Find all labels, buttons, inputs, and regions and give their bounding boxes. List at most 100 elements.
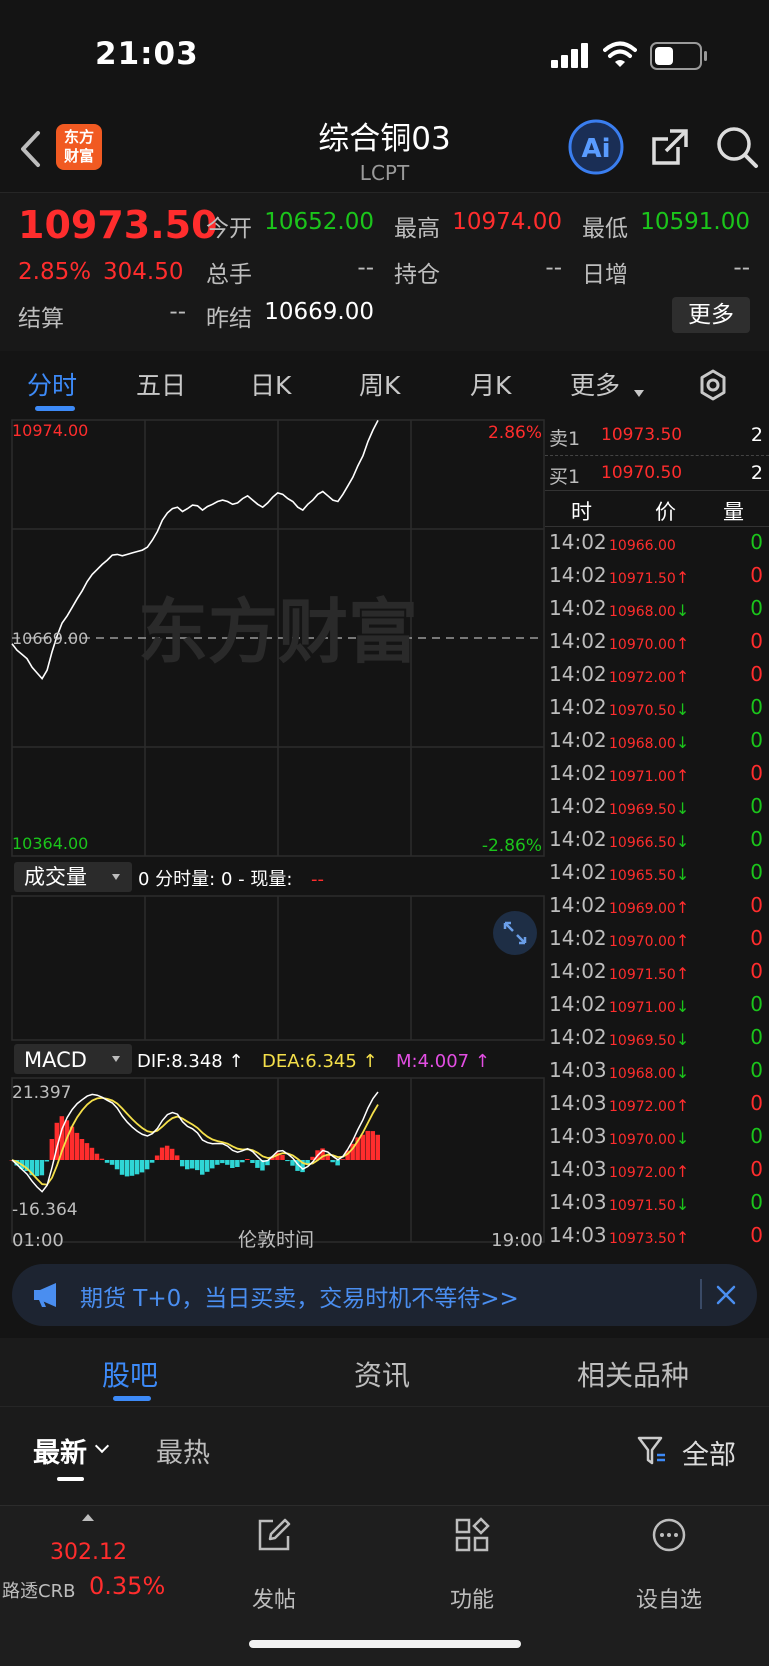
intraday-chart[interactable]: 东方财富 10974.00 10669.00 10364.00 2.86% -2…	[0, 418, 545, 1254]
high-value: 10974.00	[452, 209, 562, 235]
tick-time: 14:02	[549, 1025, 607, 1049]
settlement-value: --	[169, 299, 186, 325]
sell-price: 10973.50	[601, 425, 683, 445]
index-value[interactable]: 302.12	[50, 1540, 127, 1565]
settlement-label: 结算	[18, 306, 64, 332]
filter-icon[interactable]	[637, 1435, 667, 1467]
tick-row: 14:02 10969.00↑ 0	[545, 890, 769, 923]
tick-price: 10966.00	[609, 538, 676, 554]
tick-price: 10968.00↓	[609, 601, 690, 620]
tick-volume: 0	[750, 1157, 763, 1181]
macd-bar	[119, 1160, 125, 1175]
macd-bar	[375, 1134, 380, 1160]
post-button[interactable]: 发帖	[214, 1582, 334, 1614]
macd-axis-bottom: -16.364	[12, 1200, 78, 1220]
search-icon[interactable]	[714, 124, 760, 170]
compose-post-icon[interactable]	[256, 1517, 292, 1553]
forum-tab-indicator	[113, 1396, 151, 1401]
tick-row: 14:02 10966.00 0	[545, 527, 769, 560]
tab-forum[interactable]: 股吧	[102, 1354, 158, 1394]
content-tabs: 股吧 资讯 相关品种	[0, 1338, 769, 1407]
tick-volume: 0	[750, 1091, 763, 1115]
macd-bar	[200, 1160, 205, 1175]
function-grid-icon[interactable]	[454, 1517, 490, 1553]
macd-bar	[144, 1160, 150, 1170]
tick-direction-arrow: ↑	[675, 1228, 690, 1247]
watchlist-button[interactable]: 设自选	[609, 1582, 729, 1614]
volume-grid	[11, 895, 545, 1041]
macd-bar	[104, 1160, 110, 1163]
tick-time: 14:02	[549, 563, 607, 587]
tick-time: 14:02	[549, 629, 607, 653]
macd-bar	[210, 1160, 215, 1169]
macd-bar	[285, 1160, 290, 1162]
settings-gear-icon[interactable]	[696, 368, 730, 402]
tick-time: 14:03	[549, 1091, 607, 1115]
tick-row: 14:02 10970.00↑ 0	[545, 923, 769, 956]
battery-icon	[650, 42, 707, 70]
tab-daily-k[interactable]: 日K	[250, 366, 291, 402]
time-axis-mid: 伦敦时间	[238, 1229, 314, 1251]
macd-bar	[215, 1160, 220, 1165]
chevron-down-icon	[94, 1438, 110, 1454]
watermark: 东方财富	[138, 591, 418, 673]
macd-bar	[79, 1139, 85, 1160]
price-axis-top: 10974.00	[12, 421, 88, 440]
close-icon[interactable]	[715, 1284, 737, 1306]
tab-related[interactable]: 相关品种	[577, 1354, 689, 1394]
tick-price: 10972.00↑	[609, 1162, 690, 1181]
daily-increase-label: 日增	[582, 262, 628, 288]
tab-news[interactable]: 资讯	[354, 1354, 410, 1394]
tick-volume: 0	[750, 596, 763, 620]
index-change-percent[interactable]: 0.35%	[89, 1572, 165, 1600]
caret-up-icon	[82, 1514, 94, 1521]
tab-weekly-k[interactable]: 周K	[359, 366, 400, 402]
filter-all[interactable]: 全部	[682, 1433, 736, 1472]
tick-direction-arrow: ↑	[675, 1096, 690, 1115]
tab-five-day[interactable]: 五日	[136, 366, 186, 402]
megaphone-icon	[34, 1283, 56, 1307]
macd-bar	[49, 1139, 55, 1160]
promo-banner[interactable]: 期货 T+0，当日买卖，交易时机不等待>>	[12, 1264, 757, 1326]
tick-price: 10971.50↑	[609, 568, 690, 587]
tick-direction-arrow: ↓	[675, 1129, 690, 1148]
tab-monthly-k[interactable]: 月K	[470, 366, 511, 402]
macd-dif: DIF:8.348 ↑	[137, 1051, 244, 1072]
column-quantity: 量	[723, 500, 744, 524]
tick-direction-arrow: ↓	[675, 865, 690, 884]
index-name[interactable]: 路透CRB	[2, 1577, 75, 1603]
sort-hot[interactable]: 最热	[156, 1431, 210, 1470]
tick-row: 14:02 10970.50↓ 0	[545, 692, 769, 725]
macd-bar	[180, 1160, 185, 1167]
macd-bar	[109, 1160, 115, 1165]
change-amount: 304.50	[103, 259, 184, 285]
tick-volume: 0	[750, 695, 763, 719]
macd-dea: DEA:6.345 ↑	[262, 1051, 378, 1072]
sort-latest[interactable]: 最新	[33, 1431, 87, 1470]
tick-time: 14:02	[549, 662, 607, 686]
macd-bar	[114, 1160, 120, 1170]
tick-direction-arrow: ↑	[675, 898, 690, 917]
macd-bar	[134, 1160, 140, 1175]
low-label: 最低	[582, 216, 628, 242]
add-watchlist-icon[interactable]	[651, 1517, 687, 1553]
tick-row: 14:02 10969.50↓ 0	[545, 791, 769, 824]
tick-price: 10970.50↓	[609, 700, 690, 719]
tick-row: 14:03 10971.50↓ 0	[545, 1187, 769, 1220]
tick-volume: 0	[750, 1223, 763, 1247]
column-price: 价	[655, 500, 676, 524]
macd-bar	[370, 1131, 375, 1160]
order-book-divider	[545, 455, 769, 456]
tab-intraday[interactable]: 分时	[27, 366, 77, 402]
tick-row: 14:02 10971.50↑ 0	[545, 560, 769, 593]
high-label: 最高	[394, 216, 440, 242]
macd-bar	[220, 1160, 225, 1164]
function-button[interactable]: 功能	[412, 1582, 532, 1614]
expand-chart-icon[interactable]	[493, 911, 537, 955]
ai-assistant-icon[interactable]: Ai	[567, 118, 625, 176]
sell-label: 卖1	[549, 428, 581, 450]
share-icon[interactable]	[648, 125, 692, 169]
tab-more-periods[interactable]: 更多	[570, 366, 620, 402]
more-quote-button[interactable]: 更多	[672, 297, 750, 333]
macd-bar	[360, 1134, 365, 1160]
